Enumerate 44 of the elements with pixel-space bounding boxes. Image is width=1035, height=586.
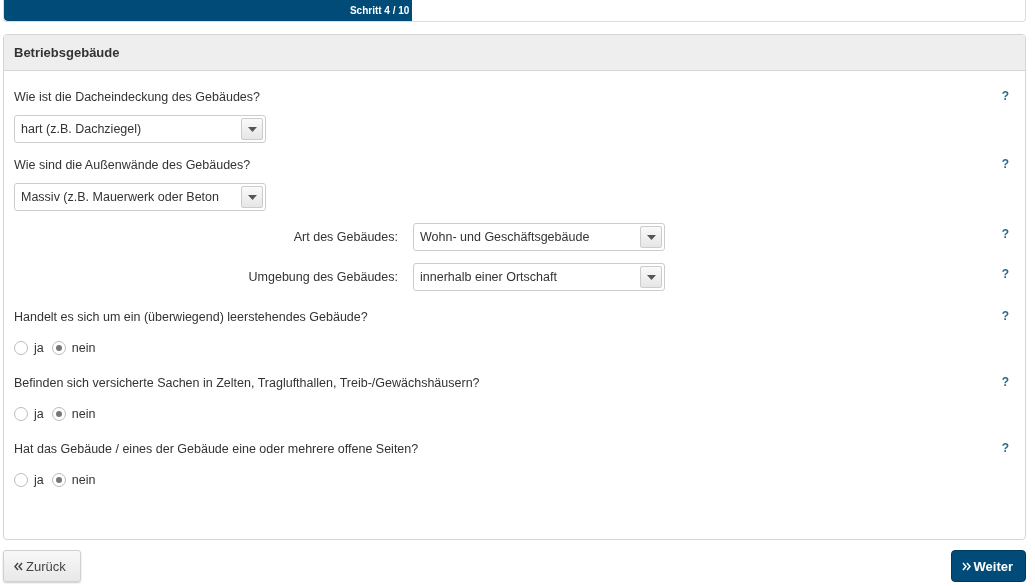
caret-icon: [247, 194, 257, 200]
question-label: Handelt es sich um ein (überwiegend) leerstehendes Gebäude?: [14, 309, 368, 325]
next-button[interactable]: Weiter: [950, 550, 1026, 582]
question-label: Wie ist die Dacheindeckung des Gebäudes?: [14, 89, 261, 105]
radio-option[interactable]: nein: [51, 341, 96, 355]
dropdown-select[interactable]: innerhalb einer Ortschaft: [413, 263, 665, 291]
field-label: Art des Gebäudes:: [292, 230, 398, 244]
question-label: Hat das Gebäude / eines der Gebäude eine oder mehrere offene Seiten?: [14, 441, 419, 457]
question-label: Wie sind die Außenwände des Gebäudes?: [14, 157, 252, 173]
radio-option[interactable]: ja: [14, 341, 44, 355]
question-label: Befinden sich versicherte Sachen in Zelten, Traglufthallen, Treib-/Gewächshäusern?: [14, 375, 480, 391]
radio-button[interactable]: [51, 341, 66, 355]
caret-icon: [247, 126, 257, 132]
help-icon[interactable]: ?: [1001, 441, 1009, 455]
radio-option[interactable]: ja: [14, 407, 44, 421]
radio-option[interactable]: nein: [51, 473, 96, 487]
help-icon[interactable]: ?: [1001, 309, 1009, 323]
dropdown-toggle[interactable]: [241, 118, 263, 140]
dropdown-toggle[interactable]: [640, 266, 662, 288]
help-icon[interactable]: ?: [1001, 157, 1009, 171]
radio-button[interactable]: [14, 341, 28, 355]
help-icon[interactable]: ?: [1001, 267, 1009, 281]
progress-label: Schritt 4 / 10: [349, 5, 411, 16]
radio-button[interactable]: [51, 473, 66, 487]
back-button[interactable]: Zurück: [3, 550, 81, 582]
help-icon[interactable]: ?: [1001, 375, 1009, 389]
dropdown-select[interactable]: Massiv (z.B. Mauerwerk oder Beton: [14, 183, 266, 211]
panel-title: Betriebsgebäude: [14, 45, 120, 60]
radio-button[interactable]: [14, 473, 28, 487]
dropdown-select[interactable]: hart (z.B. Dachziegel): [14, 115, 266, 143]
dropdown-toggle[interactable]: [241, 186, 263, 208]
dropdown-select[interactable]: Wohn- und Geschäftsgebäude: [413, 223, 665, 251]
radio-option[interactable]: nein: [51, 407, 96, 421]
help-icon[interactable]: ?: [1001, 227, 1009, 241]
double-chevron-right-icon: [961, 561, 971, 571]
dropdown-toggle[interactable]: [640, 226, 662, 248]
radio-option[interactable]: ja: [14, 473, 44, 487]
field-label: Umgebung des Gebäudes:: [247, 270, 398, 284]
radio-button[interactable]: [51, 407, 66, 421]
help-icon[interactable]: ?: [1001, 89, 1009, 103]
caret-icon: [646, 234, 656, 240]
double-chevron-left-icon: [14, 561, 23, 571]
caret-icon: [646, 274, 656, 280]
radio-button[interactable]: [14, 407, 28, 421]
